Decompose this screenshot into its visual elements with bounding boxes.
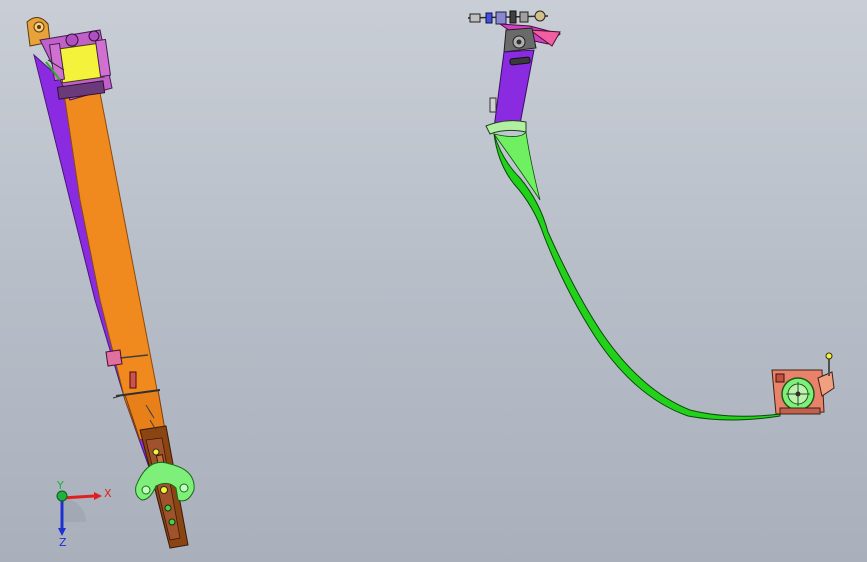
green-webbing	[493, 133, 781, 421]
y-axis-label: Y	[56, 479, 64, 492]
right-seatbelt-assembly[interactable]	[467, 10, 835, 421]
floor-retractor[interactable]	[771, 352, 835, 415]
d-ring-guide[interactable]	[503, 27, 537, 53]
guide-clip	[129, 371, 137, 389]
webbing-guide-loop	[485, 120, 527, 135]
z-axis-label: Z	[59, 536, 67, 549]
left-seatbelt-assembly[interactable]	[26, 17, 195, 549]
orientation-triad[interactable]: X Y Z	[56, 479, 112, 549]
y-axis-dot	[56, 490, 68, 502]
cad-viewport[interactable]: X Y Z	[0, 0, 867, 562]
purple-webbing-sleeve	[489, 49, 535, 129]
x-axis-label: X	[104, 487, 112, 500]
orange-pillar-trim	[61, 71, 161, 441]
